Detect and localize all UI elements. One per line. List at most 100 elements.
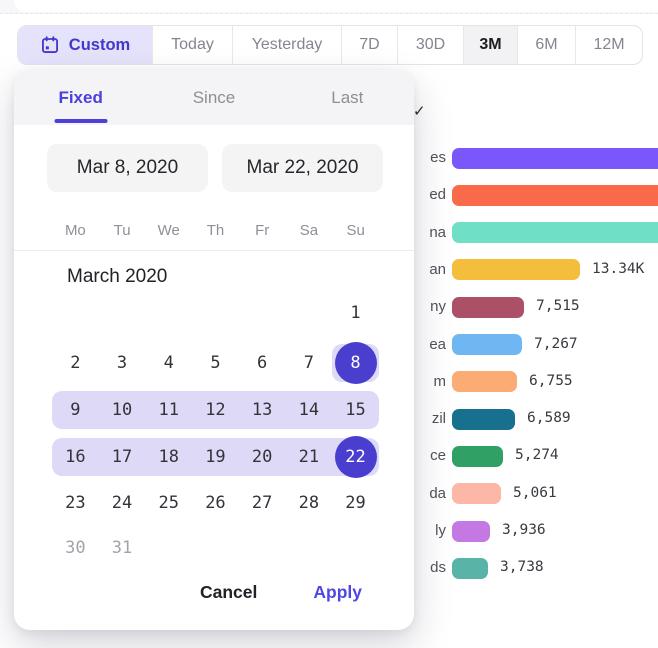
chart-bar[interactable]: [452, 148, 658, 169]
cancel-button[interactable]: Cancel: [194, 581, 263, 604]
date-range-toolbar: Custom Today Yesterday 7D 30D 3M 6M 12M: [17, 25, 643, 65]
range-option-label: 12M: [593, 36, 624, 54]
calendar-day[interactable]: 29: [333, 493, 379, 513]
calendar-day[interactable]: 3: [99, 353, 145, 373]
range-option-custom[interactable]: Custom: [18, 26, 153, 64]
calendar-icon: [40, 35, 60, 55]
weekday-header: MoTuWeThFrSaSu: [52, 222, 379, 239]
calendar-day[interactable]: 25: [146, 493, 192, 513]
calendar-day[interactable]: 4: [146, 353, 192, 373]
chart-row-label: ea: [429, 336, 446, 353]
screen: esednaan13.34Kny7,515ea7,267m6,755zil6,5…: [0, 0, 658, 648]
chart-bar-value: 5,061: [513, 485, 557, 501]
tab-fixed[interactable]: Fixed: [14, 70, 147, 125]
range-option-label: 6M: [535, 36, 557, 54]
range-option-label: 7D: [359, 36, 379, 54]
range-option-today[interactable]: Today: [153, 26, 233, 64]
weekday-label: Th: [192, 222, 239, 239]
calendar-day[interactable]: 6: [239, 353, 285, 373]
chart-bar[interactable]: [452, 409, 515, 430]
chart-bar[interactable]: [452, 334, 522, 355]
chart-bar-value: 7,515: [536, 298, 580, 314]
weekday-label: Sa: [286, 222, 333, 239]
weekday-label: Mo: [52, 222, 99, 239]
calendar-day[interactable]: 7: [286, 353, 332, 373]
range-option-label: 30D: [416, 36, 445, 54]
chart-bar-value: 7,267: [534, 336, 578, 352]
weekday-label: We: [145, 222, 192, 239]
range-option-label: 3M: [479, 36, 501, 54]
chart-bar[interactable]: [452, 259, 580, 280]
calendar-day[interactable]: 9: [52, 400, 98, 420]
chart-bar[interactable]: [452, 521, 490, 542]
calendar-day[interactable]: 5: [192, 353, 238, 373]
calendar-day[interactable]: 23: [52, 493, 98, 513]
chart-row-label: na: [429, 224, 446, 241]
chart-row-label: an: [429, 261, 446, 278]
check-icon: ✓: [413, 102, 426, 120]
chart-row-label: ds: [430, 559, 446, 576]
range-option-3m[interactable]: 3M: [464, 26, 518, 64]
date-picker-popup: FixedSinceLast Mar 8, 2020 Mar 22, 2020 …: [14, 70, 414, 630]
popup-actions: Cancel Apply: [194, 581, 368, 604]
chart-bar[interactable]: [452, 185, 658, 206]
calendar-day[interactable]: 15: [333, 400, 379, 420]
range-option-12m[interactable]: 12M: [576, 26, 642, 64]
chart-bar[interactable]: [452, 446, 503, 467]
chart-row-label: ce: [430, 447, 446, 464]
calendar-day[interactable]: 18: [146, 447, 192, 467]
chart-bar[interactable]: [452, 297, 524, 318]
range-end-day[interactable]: 22: [335, 436, 377, 478]
chart-row-label: da: [429, 485, 446, 502]
calendar-day[interactable]: 19: [192, 447, 238, 467]
chart-row-label: zil: [432, 410, 446, 427]
chart-row-label: ly: [435, 522, 446, 539]
tab-since[interactable]: Since: [147, 70, 280, 125]
tab-last[interactable]: Last: [281, 70, 414, 125]
chart-bar-value: 6,589: [527, 410, 571, 426]
range-option-7d[interactable]: 7D: [342, 26, 398, 64]
range-option-6m[interactable]: 6M: [518, 26, 576, 64]
chart-bar[interactable]: [452, 371, 517, 392]
chart-bar-value: 3,738: [500, 559, 544, 575]
calendar-day[interactable]: 21: [286, 447, 332, 467]
calendar-day[interactable]: 14: [286, 400, 332, 420]
calendar-day[interactable]: 31: [99, 538, 145, 558]
chart-bar[interactable]: [452, 483, 501, 504]
range-start-day[interactable]: 8: [335, 342, 377, 384]
calendar-day[interactable]: 17: [99, 447, 145, 467]
chart-bar[interactable]: [452, 558, 488, 579]
chart-bar-value: 6,755: [529, 373, 573, 389]
divider: [14, 250, 414, 251]
calendar-day[interactable]: 10: [99, 400, 145, 420]
calendar-day[interactable]: 16: [52, 447, 98, 467]
range-option-label: Yesterday: [252, 36, 323, 54]
calendar-day[interactable]: 24: [99, 493, 145, 513]
range-option-30d[interactable]: 30D: [398, 26, 464, 64]
calendar-day[interactable]: 2: [52, 353, 98, 373]
chart-bar[interactable]: [452, 222, 658, 243]
weekday-label: Tu: [99, 222, 146, 239]
calendar-day[interactable]: 11: [146, 400, 192, 420]
chart-row-label: es: [430, 149, 446, 166]
apply-button[interactable]: Apply: [307, 581, 368, 604]
date-picker-tabs: FixedSinceLast: [14, 70, 414, 125]
range-option-yesterday[interactable]: Yesterday: [233, 26, 342, 64]
range-option-label: Today: [171, 36, 214, 54]
calendar-day[interactable]: 20: [239, 447, 285, 467]
calendar-day[interactable]: 28: [286, 493, 332, 513]
range-option-label: Custom: [69, 36, 130, 55]
calendar-day[interactable]: 26: [192, 493, 238, 513]
chart-bar-value: 5,274: [515, 447, 559, 463]
end-date-input[interactable]: Mar 22, 2020: [222, 144, 383, 192]
calendar-day[interactable]: 13: [239, 400, 285, 420]
calendar-day[interactable]: 12: [192, 400, 238, 420]
chart-row-label: ed: [429, 186, 446, 203]
calendar-day[interactable]: 1: [333, 303, 379, 323]
calendar-day[interactable]: 30: [52, 538, 98, 558]
chart-row-label: m: [434, 373, 447, 390]
chart-bar-value: 3,936: [502, 522, 546, 538]
weekday-label: Su: [332, 222, 379, 239]
calendar-day[interactable]: 27: [239, 493, 285, 513]
start-date-input[interactable]: Mar 8, 2020: [47, 144, 208, 192]
